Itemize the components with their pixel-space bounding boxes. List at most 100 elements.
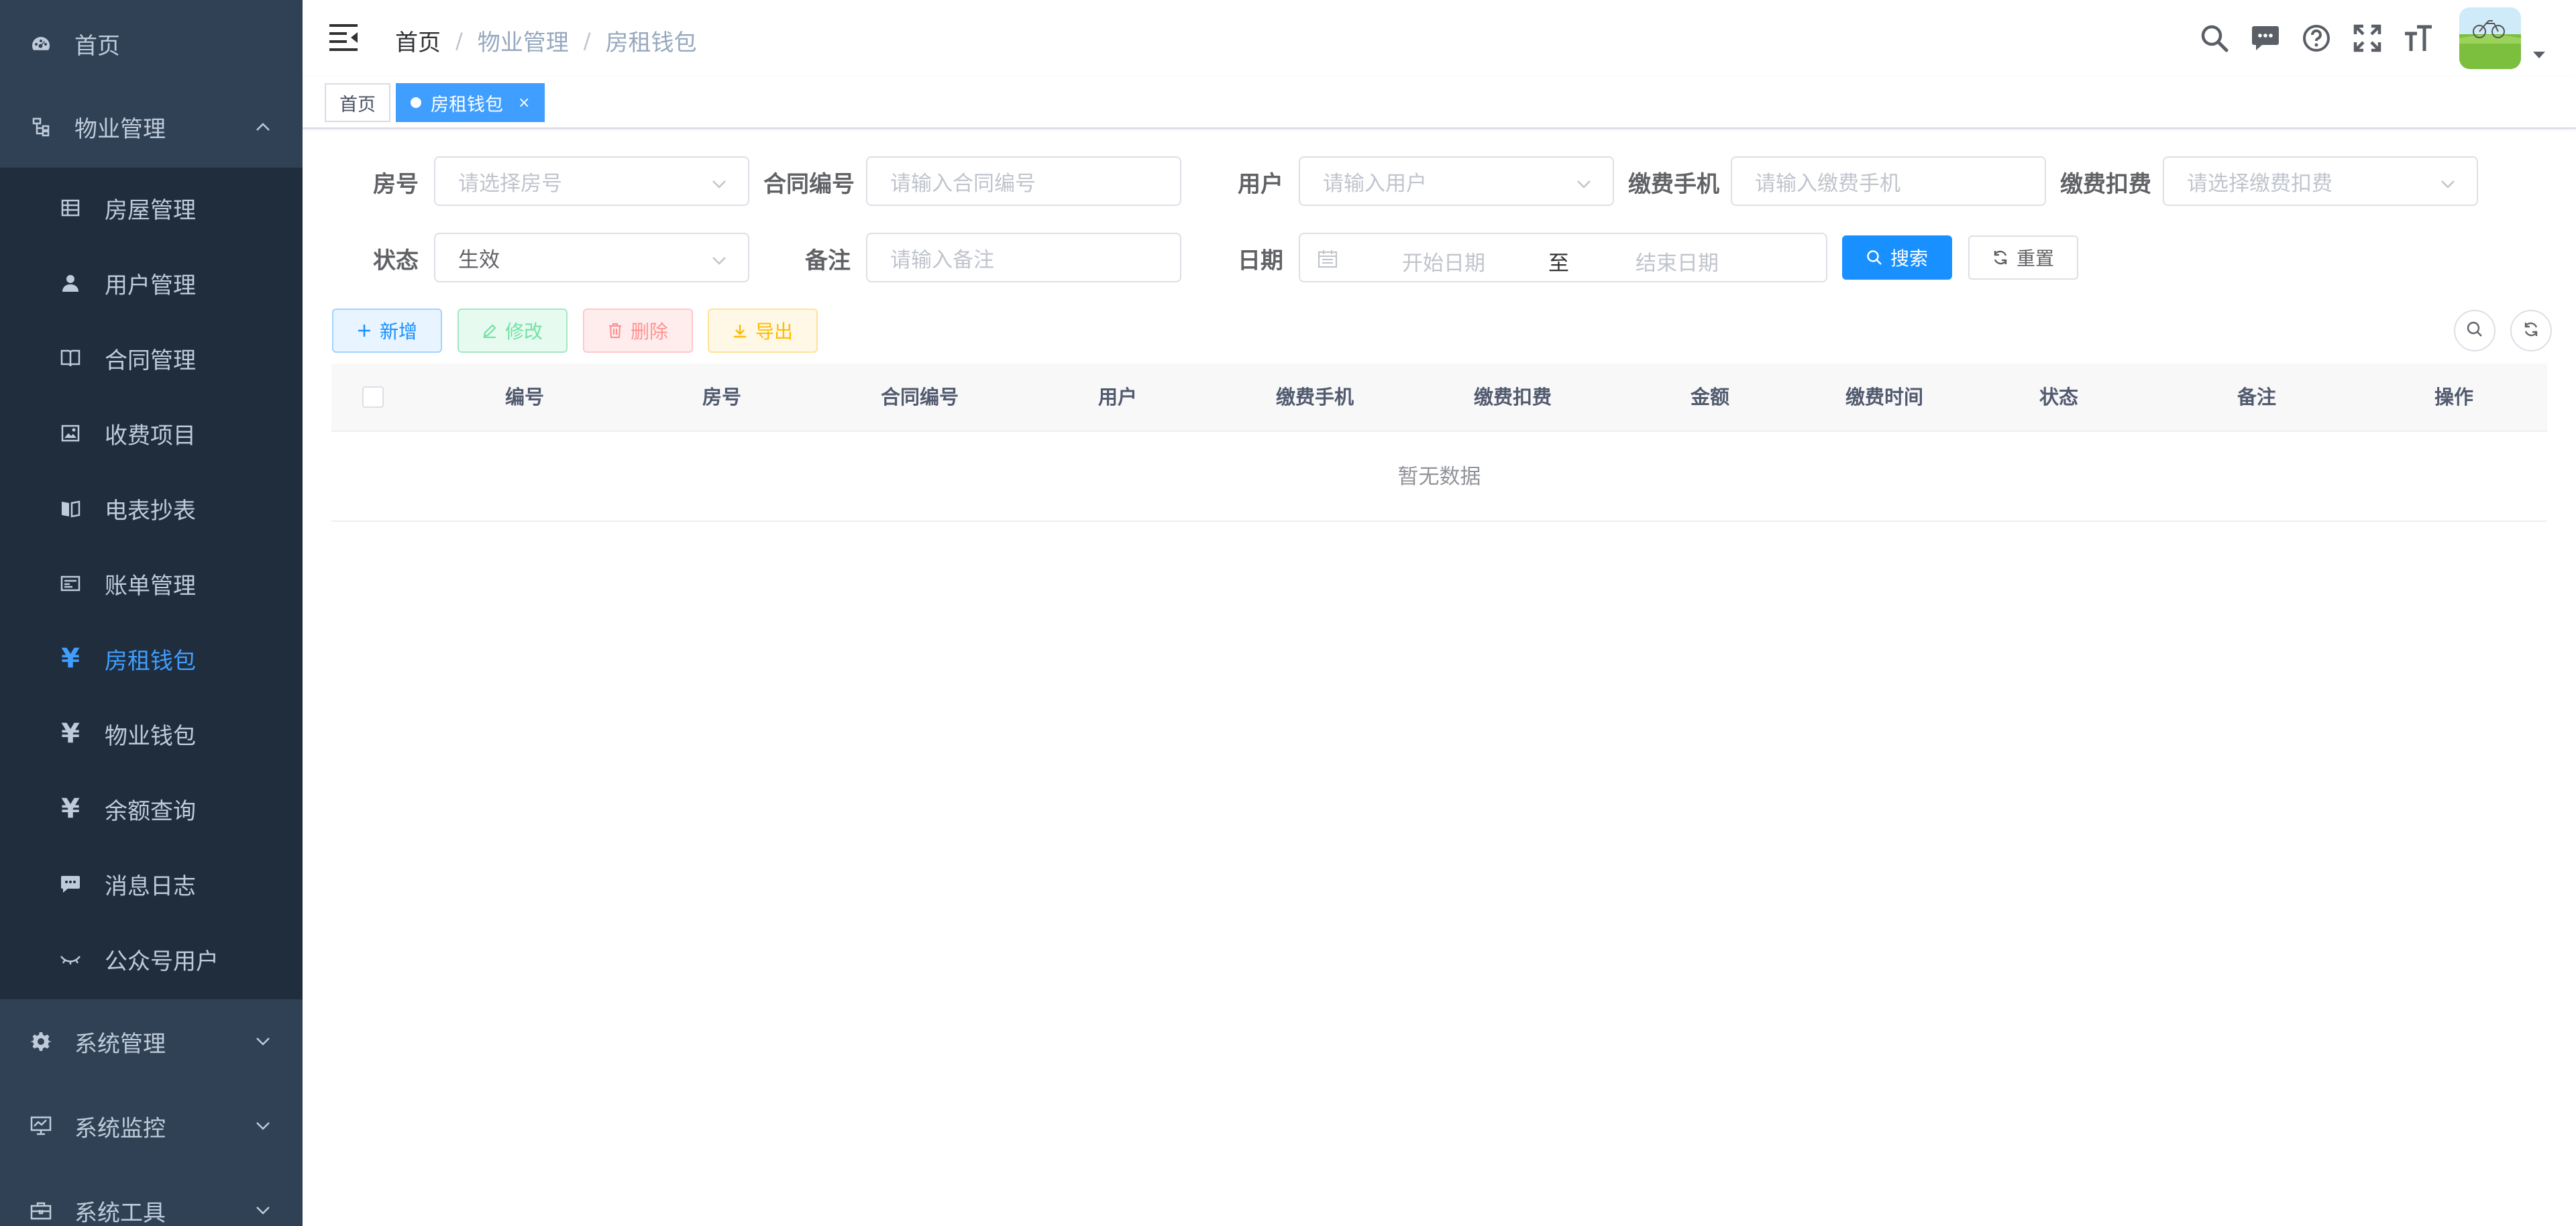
contract-no-placeholder: 请输入合同编号 xyxy=(890,171,1036,196)
column-header-room: 房号 xyxy=(702,386,741,408)
deduct-label: 缴费扣费 xyxy=(2060,171,2151,198)
user-label: 用户 xyxy=(1238,171,1283,198)
refresh-button[interactable] xyxy=(2510,310,2552,351)
column-header-actions: 操作 xyxy=(2434,386,2473,408)
room-placeholder: 请选择房号 xyxy=(458,171,562,196)
add-button[interactable]: 新增 xyxy=(332,309,442,353)
toggle-search-button[interactable] xyxy=(2454,310,2496,351)
breadcrumb-current: 房租钱包 xyxy=(605,30,697,56)
contract-no-input[interactable]: 请输入合同编号 xyxy=(866,156,1181,206)
tag-home[interactable]: 首页 xyxy=(325,83,390,122)
sidebar-item-system[interactable]: 系统管理 xyxy=(0,1001,303,1082)
chevron-down-icon xyxy=(710,174,728,191)
book-icon xyxy=(59,347,82,370)
remark-placeholder: 请输入备注 xyxy=(890,247,994,272)
sidebar-item-monitor[interactable]: 系统监控 xyxy=(0,1085,303,1167)
sidebar-item-meter[interactable]: 电表抄表 xyxy=(0,471,303,546)
deduct-select[interactable]: 请选择缴费扣费 xyxy=(2163,156,2478,206)
sidebar-item-balance[interactable]: ¥ 余额查询 xyxy=(0,771,303,846)
search-button-label: 搜索 xyxy=(1890,247,1928,270)
phone-label: 缴费手机 xyxy=(1628,171,1719,198)
data-table: 编号 房号 合同编号 用户 缴费手机 缴费扣费 金额 缴费时间 状态 备注 操作… xyxy=(331,364,2547,522)
sidebar-item-tools[interactable]: 系统工具 xyxy=(0,1170,303,1226)
sidebar-item-label: 房租钱包 xyxy=(105,647,196,675)
chevron-down-icon xyxy=(2439,174,2457,191)
column-header-status: 状态 xyxy=(2039,386,2078,408)
tree-icon xyxy=(30,115,52,138)
edit-button[interactable]: 修改 xyxy=(458,309,568,353)
phone-input[interactable]: 请输入缴费手机 xyxy=(1731,156,2046,206)
column-header-amount: 金额 xyxy=(1690,386,1729,408)
avatar[interactable] xyxy=(2459,7,2521,69)
status-value: 生效 xyxy=(458,247,500,272)
room-select[interactable]: 请选择房号 xyxy=(434,156,749,206)
user-input[interactable]: 请输入用户 xyxy=(1299,156,1614,206)
select-all-checkbox[interactable] xyxy=(362,386,384,408)
sidebar-item-home[interactable]: 首页 xyxy=(0,3,303,85)
table-header: 编号 房号 合同编号 用户 缴费手机 缴费扣费 金额 缴费时间 状态 备注 操作 xyxy=(331,364,2547,432)
chevron-down-icon xyxy=(256,1119,270,1133)
sidebar-item-fee[interactable]: 收费项目 xyxy=(0,396,303,471)
sidebar-item-label: 系统管理 xyxy=(74,1030,166,1058)
right-menu xyxy=(2198,0,2576,76)
search-icon xyxy=(1866,249,1882,266)
column-header-user: 用户 xyxy=(1097,386,1137,408)
status-select[interactable]: 生效 xyxy=(434,233,749,282)
toolbox-icon xyxy=(30,1199,52,1222)
sidebar-item-rent-wallet[interactable]: ¥ 房租钱包 xyxy=(0,621,303,696)
breadcrumb-home[interactable]: 首页 xyxy=(395,24,441,57)
end-date-input[interactable]: 结束日期 xyxy=(1635,246,1719,276)
monitor-icon xyxy=(30,1115,52,1137)
edit-button-label: 修改 xyxy=(504,321,543,343)
export-button[interactable]: 导出 xyxy=(708,309,818,353)
room-label: 房号 xyxy=(373,171,419,198)
breadcrumb-separator: / xyxy=(455,27,463,54)
empty-text: 暂无数据 xyxy=(1397,465,1481,489)
reset-button[interactable]: 重置 xyxy=(1968,235,2078,280)
sidebar-item-wechat-user[interactable]: 公众号用户 xyxy=(0,922,303,997)
message-icon[interactable] xyxy=(2249,21,2282,55)
refresh-icon xyxy=(2522,321,2540,341)
tags-view: 首页 房租钱包 × xyxy=(303,76,2576,129)
chevron-down-icon xyxy=(256,1034,270,1049)
add-button-label: 新增 xyxy=(379,321,417,343)
sidebar-item-label: 系统监控 xyxy=(74,1115,166,1142)
sidebar-item-message-log[interactable]: 消息日志 xyxy=(0,846,303,922)
sidebar-item-property[interactable]: 物业管理 xyxy=(0,86,303,168)
search-icon[interactable] xyxy=(2198,21,2231,55)
column-header-id: 编号 xyxy=(504,386,544,408)
sidebar-item-label: 系统工具 xyxy=(74,1199,166,1226)
remark-input[interactable]: 请输入备注 xyxy=(866,233,1181,282)
fullscreen-icon[interactable] xyxy=(2351,21,2384,55)
delete-button[interactable]: 删除 xyxy=(583,309,693,353)
sidebar-item-bill[interactable]: 账单管理 xyxy=(0,546,303,621)
sidebar-item-label: 物业钱包 xyxy=(105,722,196,750)
start-date-input[interactable]: 开始日期 xyxy=(1402,246,1485,276)
tag-label: 首页 xyxy=(339,94,376,115)
column-header-contract-no: 合同编号 xyxy=(880,386,959,408)
bill-icon xyxy=(59,572,82,595)
delete-button-label: 删除 xyxy=(630,321,668,343)
export-button-label: 导出 xyxy=(755,321,793,343)
eye-icon xyxy=(59,948,82,970)
contract-no-label: 合同编号 xyxy=(763,171,855,198)
sidebar-item-house[interactable]: 房屋管理 xyxy=(0,170,303,245)
refresh-icon xyxy=(1992,249,2008,266)
tag-rent-wallet[interactable]: 房租钱包 × xyxy=(396,83,545,122)
hamburger-icon[interactable] xyxy=(328,23,359,52)
close-icon[interactable]: × xyxy=(518,95,530,111)
caret-down-icon[interactable] xyxy=(2529,45,2549,65)
sidebar-item-property-wallet[interactable]: ¥ 物业钱包 xyxy=(0,696,303,771)
date-range-picker[interactable]: 开始日期 至 结束日期 xyxy=(1299,233,1827,282)
sidebar-item-contract[interactable]: 合同管理 xyxy=(0,321,303,396)
search-button[interactable]: 搜索 xyxy=(1842,235,1952,280)
question-icon[interactable] xyxy=(2300,21,2333,55)
sidebar-item-label: 收费项目 xyxy=(105,422,196,449)
trash-icon xyxy=(608,323,623,339)
font-size-icon[interactable] xyxy=(2402,21,2435,55)
chevron-down-icon xyxy=(256,1203,270,1218)
chevron-down-icon xyxy=(710,250,728,268)
sidebar-item-label: 房屋管理 xyxy=(105,197,196,224)
reset-button-label: 重置 xyxy=(2016,247,2054,270)
sidebar-item-user[interactable]: 用户管理 xyxy=(0,245,303,321)
